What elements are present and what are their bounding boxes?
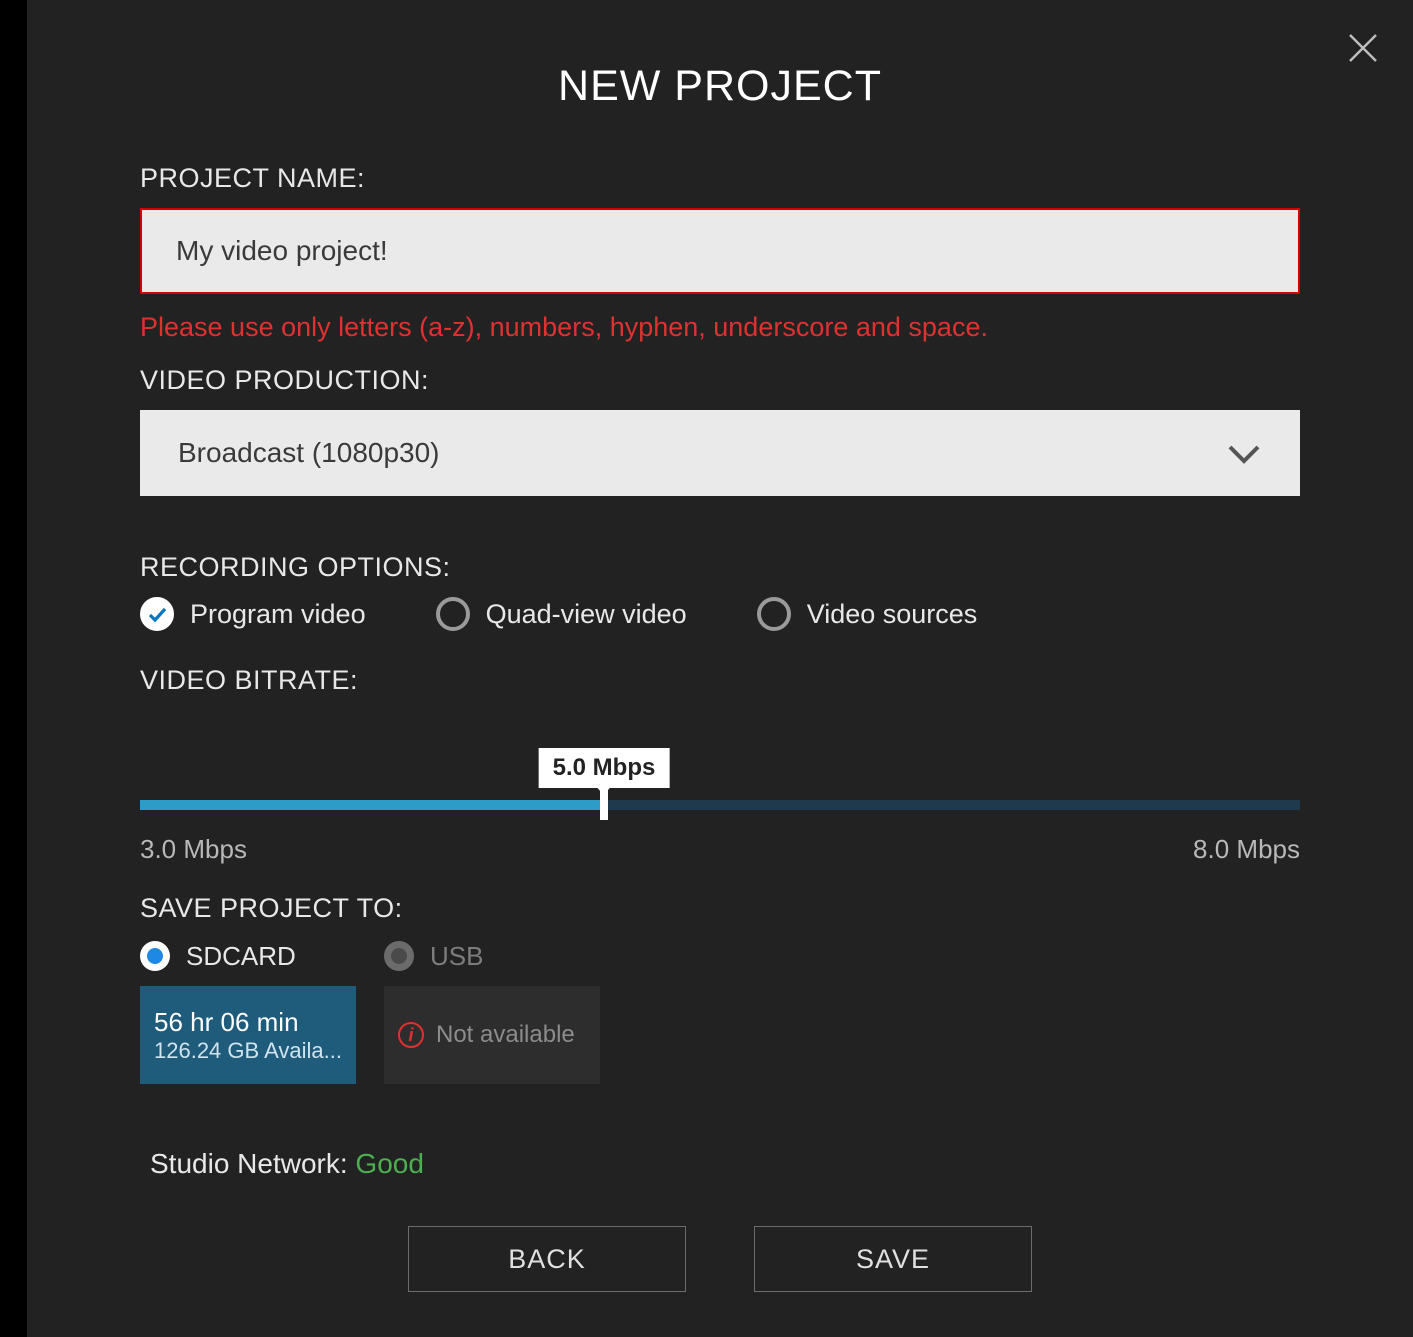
- recording-option-sources-label: Video sources: [807, 599, 978, 630]
- video-production-select[interactable]: Broadcast (1080p30): [140, 410, 1300, 496]
- new-project-dialog: NEW PROJECT PROJECT NAME: Please use onl…: [27, 0, 1413, 1337]
- recording-option-program-label: Program video: [190, 599, 366, 630]
- project-name-label: PROJECT NAME:: [140, 163, 1300, 194]
- slider-fill: [140, 800, 604, 810]
- sdcard-available: 126.24 GB Availa...: [154, 1038, 342, 1064]
- bitrate-slider[interactable]: 5.0 Mbps: [140, 754, 1300, 824]
- radio-icon: [384, 941, 414, 971]
- project-name-input[interactable]: [140, 208, 1300, 294]
- sdcard-time: 56 hr 06 min: [154, 1007, 342, 1038]
- recording-option-sources[interactable]: Video sources: [757, 597, 978, 631]
- slider-tooltip: 5.0 Mbps: [539, 748, 670, 788]
- video-production-value: Broadcast (1080p30): [178, 437, 1226, 469]
- save-to-usb-label: USB: [430, 941, 483, 972]
- circle-icon: [436, 597, 470, 631]
- usb-status: Not available: [436, 1021, 575, 1049]
- save-to-label: SAVE PROJECT TO:: [140, 893, 1300, 924]
- recording-option-program[interactable]: Program video: [140, 597, 366, 631]
- recording-option-quad-label: Quad-view video: [486, 599, 687, 630]
- bitrate-min: 3.0 Mbps: [140, 834, 247, 865]
- bitrate-max: 8.0 Mbps: [1193, 834, 1300, 865]
- save-to-sdcard-label: SDCARD: [186, 941, 296, 972]
- close-icon: [1346, 31, 1380, 70]
- dialog-title: NEW PROJECT: [27, 0, 1413, 111]
- alert-icon: i: [398, 1022, 424, 1048]
- chevron-down-icon: [1226, 441, 1262, 465]
- radio-icon: [140, 941, 170, 971]
- studio-network-status: Good: [355, 1148, 424, 1179]
- recording-option-quad[interactable]: Quad-view video: [436, 597, 687, 631]
- video-production-label: VIDEO PRODUCTION:: [140, 365, 1300, 396]
- save-to-sdcard-radio[interactable]: SDCARD: [140, 938, 356, 974]
- project-name-error: Please use only letters (a-z), numbers, …: [140, 312, 1300, 343]
- slider-thumb[interactable]: [600, 790, 608, 820]
- checkmark-icon: [140, 597, 174, 631]
- save-to-usb-radio[interactable]: USB: [384, 938, 600, 974]
- save-button[interactable]: SAVE: [754, 1226, 1032, 1292]
- video-bitrate-label: VIDEO BITRATE:: [140, 665, 1300, 696]
- circle-icon: [757, 597, 791, 631]
- sdcard-card[interactable]: 56 hr 06 min 126.24 GB Availa...: [140, 986, 356, 1084]
- close-button[interactable]: [1341, 28, 1385, 72]
- back-button[interactable]: BACK: [408, 1226, 686, 1292]
- usb-card: i Not available: [384, 986, 600, 1084]
- studio-network-label: Studio Network:: [150, 1148, 355, 1179]
- recording-options-label: RECORDING OPTIONS:: [140, 552, 1300, 583]
- studio-network-row: Studio Network: Good: [140, 1148, 1300, 1180]
